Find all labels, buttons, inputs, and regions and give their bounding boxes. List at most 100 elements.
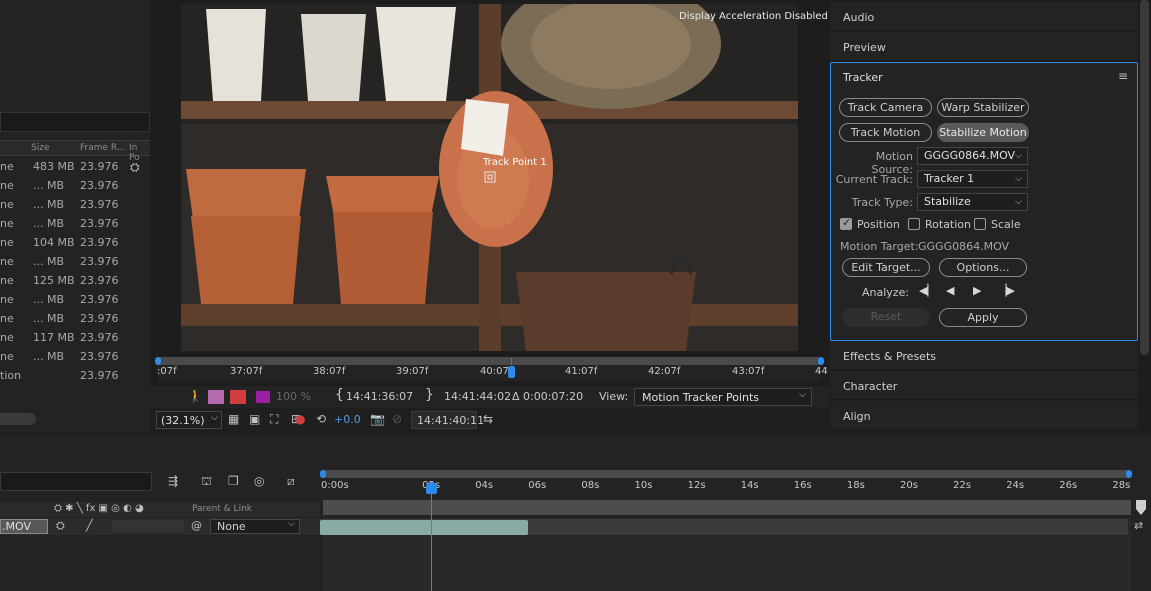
effects-presets-panel-header[interactable]: Effects & Presets <box>830 341 1138 370</box>
project-item-row[interactable]: ne 104 MB 23.976 <box>0 233 150 252</box>
project-item-row[interactable]: ne ... MB 23.976 <box>0 176 150 195</box>
project-item-row[interactable]: ne 125 MB 23.976 <box>0 271 150 290</box>
pick-whip-icon[interactable]: @ <box>191 519 202 532</box>
layer-name-field[interactable]: .MOV <box>0 519 48 534</box>
viewer-time-navigator[interactable] <box>157 357 821 365</box>
in-time[interactable]: 14:41:36:07 <box>346 390 413 403</box>
set-in-icon[interactable]: { <box>335 387 344 403</box>
timeline-nav-start-handle[interactable] <box>320 470 326 478</box>
reset-exposure-icon[interactable]: ⟲ <box>316 412 326 426</box>
project-item-row[interactable]: ne 117 MB 23.976 <box>0 328 150 347</box>
camera-snapshot-icon[interactable]: 📷 <box>370 412 385 426</box>
comp-mini-flowchart-icon[interactable]: ⇶ <box>168 474 178 488</box>
navigator-start-handle[interactable] <box>155 357 161 365</box>
flowchart-icon[interactable]: ⇆ <box>483 412 493 426</box>
apply-button[interactable]: Apply <box>939 308 1027 327</box>
channels-icon[interactable]: ● <box>295 412 305 426</box>
frame-rate-column-header[interactable]: Frame R... <box>80 143 125 153</box>
right-panel-scrollbar[interactable] <box>1140 0 1149 355</box>
project-scrollbar[interactable] <box>0 413 36 425</box>
project-item-row[interactable]: tion 23.976 <box>0 366 150 385</box>
viewer-time-ruler[interactable]: :07f 37:07f 38:07f 39:07f 40:07 41:07f 42:07f 4… <box>157 365 828 381</box>
edit-target-button[interactable]: Edit Target... <box>842 258 930 277</box>
project-item-row[interactable]: ne 483 MB 23.976 <box>0 157 150 176</box>
quality-icon[interactable]: ╱ <box>86 519 93 532</box>
timeline-ruler-tick: 24s <box>1006 480 1025 491</box>
stabilize-motion-button[interactable]: Stabilize Motion <box>937 123 1029 142</box>
timecode-display[interactable]: 14:41:40:11 <box>411 411 484 429</box>
shy-icon[interactable]: ⛭ <box>56 519 65 533</box>
opacity-value[interactable]: 100 % <box>276 390 311 403</box>
track-type-dropdown[interactable]: Stabilize ⌵ <box>917 193 1028 211</box>
warp-stabilizer-button[interactable]: Warp Stabilizer <box>937 98 1029 117</box>
project-item-fps: 23.976 <box>80 274 119 287</box>
rotation-checkbox[interactable] <box>908 218 920 230</box>
timeline-search-input[interactable] <box>0 472 152 491</box>
project-item-row[interactable]: ne ... MB 23.976 <box>0 309 150 328</box>
region-of-interest-icon[interactable]: ⛶ <box>270 412 278 427</box>
analyze-back-one-frame-icon[interactable]: ◀▏ <box>919 284 936 297</box>
current-time-indicator[interactable] <box>431 482 432 591</box>
size-column-header[interactable]: Size <box>31 143 49 153</box>
current-track-dropdown[interactable]: Tracker 1 ⌵ <box>917 170 1028 188</box>
transparency-grid-icon[interactable]: ▦ <box>228 412 239 426</box>
magenta-track-icon[interactable] <box>208 390 224 404</box>
current-frame-marker <box>511 358 512 365</box>
magnification-dropdown[interactable]: (32.1%) ⌵ <box>156 411 222 429</box>
walk-icon[interactable]: 🚶 <box>188 389 203 403</box>
character-panel-header[interactable]: Character <box>830 371 1138 400</box>
layer-duration-bar[interactable] <box>320 520 528 535</box>
track-motion-button[interactable]: Track Motion <box>839 123 932 142</box>
red-track-icon[interactable] <box>230 390 246 404</box>
layer-switches[interactable] <box>112 520 184 532</box>
purple-swatch-icon[interactable] <box>256 391 270 403</box>
draft-3d-icon[interactable]: ⛫ <box>201 474 212 490</box>
viewer-playhead[interactable] <box>508 366 515 378</box>
timeline-navigator[interactable] <box>323 470 1131 478</box>
reset-button[interactable]: Reset <box>842 308 930 327</box>
project-item-row[interactable]: ne ... MB 23.976 <box>0 290 150 309</box>
timeline-nav-end-handle[interactable] <box>1126 470 1132 478</box>
work-area-bar[interactable] <box>323 500 1131 515</box>
project-item-row[interactable]: ne ... MB 23.976 <box>0 252 150 271</box>
motion-blur-icon[interactable]: ◎ <box>254 474 264 488</box>
track-point-label[interactable]: Track Point 1 <box>482 157 547 168</box>
out-time[interactable]: 14:41:44:02 <box>444 390 511 403</box>
motion-source-dropdown[interactable]: GGGG0864.MOV ⌵ <box>917 147 1028 165</box>
timeline-time-ruler[interactable]: 0:00s02s04s06s08s10s12s14s16s18s20s22s24… <box>321 478 1131 498</box>
track-camera-button[interactable]: Track Camera <box>839 98 932 117</box>
frame-blending-icon[interactable]: ❐ <box>228 474 239 488</box>
analyze-forward-one-frame-icon[interactable]: ▕▶ <box>998 284 1015 297</box>
navigator-end-handle[interactable] <box>818 357 824 365</box>
project-item-row[interactable]: ne ... MB 23.976 <box>0 347 150 366</box>
mask-visibility-icon[interactable]: ▣ <box>249 412 260 426</box>
position-checkbox[interactable] <box>840 216 852 230</box>
timeline-layer-row[interactable]: .MOV ⛭ ╱ @ None ⌵ <box>0 518 320 535</box>
audio-panel-header[interactable]: Audio <box>830 2 1138 31</box>
scale-checkbox[interactable] <box>974 218 986 230</box>
project-item-row[interactable]: ne ... MB 23.976 <box>0 195 150 214</box>
exposure-value[interactable]: +0.0 <box>334 413 361 426</box>
timeline-ruler-tick: 28s <box>1112 480 1131 491</box>
preview-panel-title: Preview <box>843 41 886 54</box>
panel-menu-icon[interactable]: ≡ <box>1118 69 1128 83</box>
timeline-ruler-tick: 20s <box>900 480 918 491</box>
analyze-backward-icon[interactable]: ◀ <box>946 284 954 297</box>
parent-dropdown[interactable]: None ⌵ <box>210 519 300 534</box>
preview-panel-header[interactable]: Preview <box>830 32 1138 61</box>
view-dropdown[interactable]: Motion Tracker Points ⌵ <box>634 388 812 406</box>
project-item-name: ne <box>0 255 14 268</box>
comp-button-icon[interactable]: ⇄ <box>1134 519 1143 532</box>
chevron-down-icon: ⌵ <box>1015 197 1022 207</box>
current-time-indicator-head[interactable] <box>426 482 437 494</box>
graph-editor-icon[interactable]: ⧄ <box>287 474 295 489</box>
effects-presets-panel-title: Effects & Presets <box>843 350 936 363</box>
footage-frame[interactable]: Track Point 1 <box>181 4 798 351</box>
show-snapshot-icon[interactable]: ⊘ <box>392 412 402 426</box>
project-item-row[interactable]: ne ... MB 23.976 <box>0 214 150 233</box>
analyze-forward-icon[interactable]: ▶ <box>973 284 981 297</box>
set-out-icon[interactable]: } <box>425 387 434 403</box>
project-search-input[interactable] <box>0 112 150 132</box>
align-panel-header[interactable]: Align <box>830 401 1138 430</box>
options-button[interactable]: Options... <box>939 258 1027 277</box>
